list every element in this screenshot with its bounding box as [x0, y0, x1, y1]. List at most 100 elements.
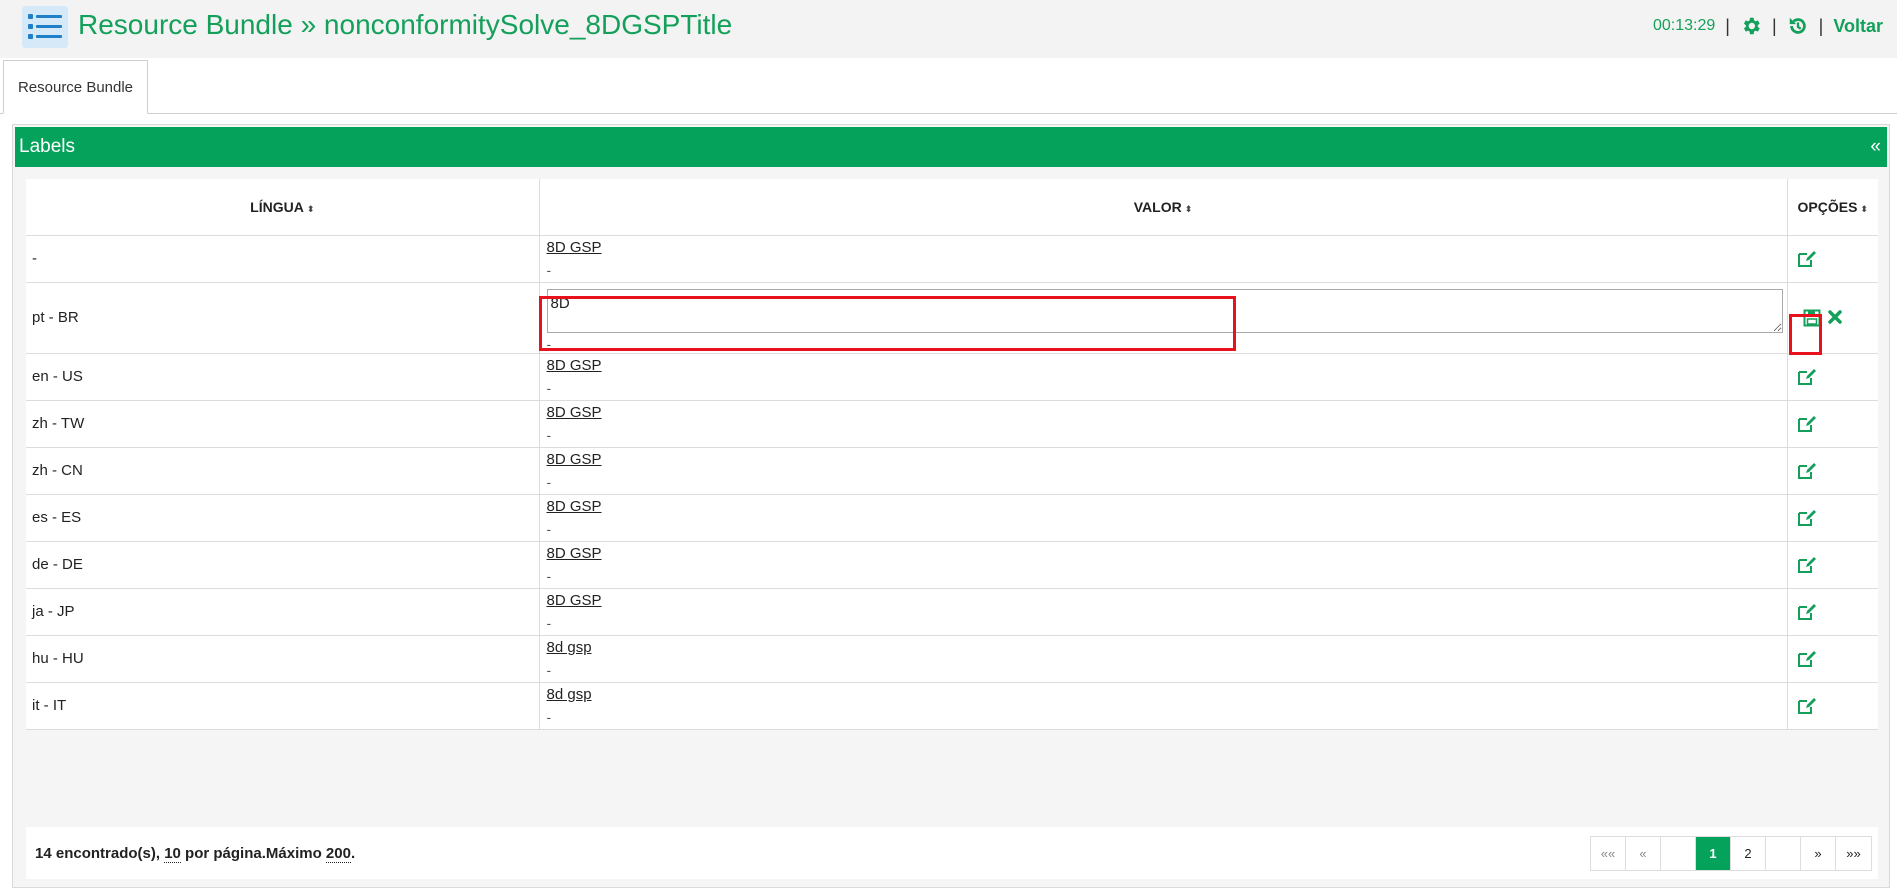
options-cell — [1787, 447, 1878, 495]
back-link[interactable]: Voltar — [1833, 16, 1883, 37]
pager-first[interactable]: «« — [1591, 837, 1626, 870]
column-header-value[interactable]: VALOR ⬍ — [539, 179, 1788, 236]
value-cell: - — [539, 282, 1788, 354]
edit-icon[interactable] — [1797, 462, 1817, 480]
pager-spacer — [1661, 837, 1696, 870]
sort-icon: ⬍ — [1860, 203, 1868, 214]
table-row: zh - CN 8D GSP - — [26, 447, 1878, 495]
language-cell: zh - CN — [26, 447, 540, 495]
language-cell: ja - JP — [26, 588, 540, 636]
tab-resource-bundle[interactable]: Resource Bundle — [3, 60, 148, 114]
options-cell — [1787, 682, 1878, 730]
table-row: pt - BR- — [26, 282, 1878, 354]
tab-bar: Resource Bundle — [0, 58, 1897, 114]
language-cell: it - IT — [26, 682, 540, 730]
separator: | — [1818, 15, 1824, 36]
sort-icon: ⬍ — [1184, 203, 1193, 214]
value-cell: 8D GSP - — [539, 494, 1788, 542]
value-cell: 8D GSP - — [539, 353, 1788, 401]
pager-page-1[interactable]: 1 — [1696, 837, 1731, 870]
language-cell: de - DE — [26, 541, 540, 589]
separator: | — [1725, 15, 1730, 36]
value-secondary: - — [546, 473, 552, 490]
collapse-icon[interactable]: « — [1870, 136, 1881, 158]
value-secondary: - — [546, 426, 552, 443]
edit-icon[interactable] — [1797, 603, 1817, 621]
value-link[interactable]: 8D GSP — [547, 357, 1787, 375]
value-secondary: - — [546, 567, 552, 584]
edit-icon[interactable] — [1797, 650, 1817, 668]
table-row: ja - JP 8D GSP - — [26, 588, 1878, 636]
options-cell — [1787, 353, 1878, 401]
value-link[interactable]: 8D GSP — [547, 404, 1787, 422]
language-cell: hu - HU — [26, 635, 540, 683]
top-bar: Resource Bundle » nonconformitySolve_8DG… — [0, 0, 1897, 58]
value-cell: 8D GSP - — [539, 235, 1788, 283]
table-row: hu - HU 8d gsp - — [26, 635, 1878, 683]
edit-icon[interactable] — [1797, 697, 1817, 715]
value-link[interactable]: 8D GSP — [547, 451, 1787, 469]
edit-icon[interactable] — [1797, 368, 1817, 386]
column-header-language[interactable]: LÍNGUA ⬍ — [26, 179, 540, 236]
options-cell — [1787, 400, 1878, 448]
value-secondary: - — [546, 520, 552, 537]
value-secondary: - — [546, 708, 552, 725]
save-icon[interactable] — [1803, 309, 1823, 327]
value-cell: 8d gsp - — [539, 682, 1788, 730]
options-cell — [1787, 635, 1878, 683]
value-secondary: - — [546, 261, 552, 278]
gear-icon[interactable] — [1740, 15, 1762, 37]
value-secondary: - — [546, 379, 552, 396]
column-header-options[interactable]: OPÇÕES ⬍ — [1787, 179, 1878, 236]
language-cell: en - US — [26, 353, 540, 401]
value-link[interactable]: 8d gsp — [547, 639, 1787, 657]
edit-icon[interactable] — [1797, 509, 1817, 527]
session-clock: 00:13:29 — [1652, 17, 1716, 34]
value-edit-textarea[interactable] — [546, 288, 1783, 333]
value-cell: 8d gsp - — [539, 635, 1788, 683]
separator: | — [1771, 15, 1777, 36]
language-cell: zh - TW — [26, 400, 540, 448]
options-cell — [1787, 541, 1878, 589]
pager-last[interactable]: »» — [1836, 837, 1871, 870]
pager-page-2[interactable]: 2 — [1731, 837, 1766, 870]
table-row: de - DE 8D GSP - — [26, 541, 1878, 589]
results-summary: 14 encontrado(s), 10 por página.Máximo 2… — [35, 845, 356, 863]
panel-header: Labels « — [15, 127, 1887, 167]
value-cell: 8D GSP - — [539, 400, 1788, 448]
value-link[interactable]: 8d gsp — [547, 686, 1787, 704]
value-cell: 8D GSP - — [539, 541, 1788, 589]
value-cell: 8D GSP - — [539, 447, 1788, 495]
value-secondary: - — [546, 661, 552, 678]
pager-spacer — [1766, 837, 1801, 870]
options-cell — [1787, 235, 1878, 283]
cancel-icon[interactable] — [1827, 309, 1843, 327]
value-link[interactable]: 8D GSP — [547, 592, 1787, 610]
value-cell: 8D GSP - — [539, 588, 1788, 636]
edit-icon[interactable] — [1797, 415, 1817, 433]
history-icon[interactable] — [1787, 15, 1809, 37]
table-row: es - ES 8D GSP - — [26, 494, 1878, 542]
pagination: «« « 1 2 » »» — [1590, 836, 1872, 871]
value-link[interactable]: 8D GSP — [547, 498, 1787, 516]
labels-panel: Labels « LÍNGUA ⬍ VALOR ⬍ OPÇÕES ⬍ -8D GSP -… — [12, 124, 1890, 888]
options-cell — [1787, 588, 1878, 636]
table-row: zh - TW 8D GSP - — [26, 400, 1878, 448]
table-row: -8D GSP - — [26, 235, 1878, 283]
pager-prev[interactable]: « — [1626, 837, 1661, 870]
sort-icon: ⬍ — [306, 203, 315, 214]
value-link[interactable]: 8D GSP — [547, 239, 1787, 257]
edit-icon[interactable] — [1797, 250, 1817, 268]
list-app-icon — [22, 6, 68, 48]
page-title: Resource Bundle » nonconformitySolve_8DG… — [78, 9, 733, 40]
table-row: en - US 8D GSP - — [26, 353, 1878, 401]
table-header-row: LÍNGUA ⬍ VALOR ⬍ OPÇÕES ⬍ — [26, 179, 1878, 236]
value-link[interactable]: 8D GSP — [547, 545, 1787, 563]
pager-next[interactable]: » — [1801, 837, 1836, 870]
language-cell: es - ES — [26, 494, 540, 542]
value-secondary: - — [546, 614, 552, 631]
language-cell: - — [26, 235, 540, 283]
labels-table: LÍNGUA⬍ VALOR⬍ OPÇÕES⬍ -8D GSP-pt - BR-e… — [26, 179, 1878, 730]
edit-icon[interactable] — [1797, 556, 1817, 574]
options-cell — [1787, 282, 1878, 354]
